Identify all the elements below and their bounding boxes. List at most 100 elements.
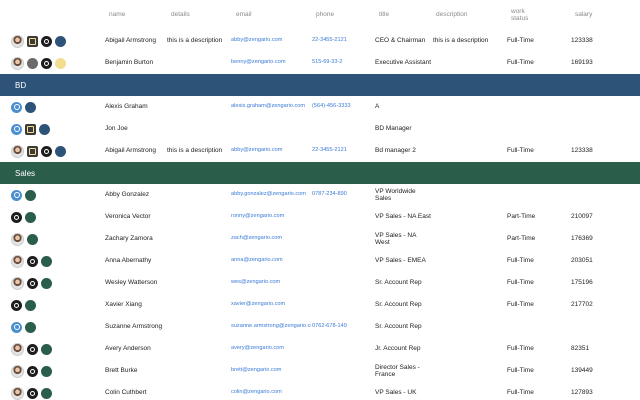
- cell-email[interactable]: zach@zengario.com: [231, 228, 311, 250]
- cell-email[interactable]: abby.gonzalez@zengario.com: [231, 184, 311, 206]
- cell-phone[interactable]: 22-3455-2121: [312, 140, 372, 162]
- group-label: Sales: [15, 168, 36, 178]
- table-row[interactable]: Veronica Vector ronny@zengario.com VP Sale…: [0, 206, 640, 229]
- avatar[interactable]: [11, 276, 24, 290]
- cell-name: Suzanne Armstrong: [105, 323, 163, 331]
- user-ph-icon[interactable]: [11, 101, 22, 113]
- cell-phone[interactable]: [312, 118, 372, 140]
- row-icons: [11, 52, 66, 74]
- cell-name: Veronica Vector: [105, 213, 151, 221]
- table-row[interactable]: Anna Abernathy anna@zengario.com VP Sales …: [0, 250, 640, 273]
- cell-phone[interactable]: [312, 338, 372, 360]
- cell-phone[interactable]: (564)-456-3333: [312, 96, 372, 118]
- group-header-bd[interactable]: BD: [0, 74, 640, 96]
- cell-email[interactable]: abby@zengario.com: [231, 30, 311, 52]
- avatar[interactable]: [11, 254, 24, 268]
- cell-email[interactable]: [231, 118, 311, 140]
- column-header-salary[interactable]: salary: [575, 0, 592, 30]
- cell-phone[interactable]: 0787-234-890: [312, 184, 372, 206]
- cell-work-status: Full-Time: [507, 37, 534, 45]
- avatar[interactable]: [11, 144, 24, 158]
- cell-email[interactable]: colin@zengario.com: [231, 382, 311, 400]
- column-header-work-status[interactable]: work status: [511, 0, 539, 30]
- cell-email[interactable]: abby@zengario.com: [231, 140, 311, 162]
- avatar[interactable]: [11, 386, 24, 400]
- group-header-sales[interactable]: Sales: [0, 162, 640, 184]
- green-dot-icon: [41, 343, 52, 355]
- cell-phone[interactable]: [312, 294, 372, 316]
- cell-details: [167, 338, 231, 360]
- cell-phone[interactable]: [312, 250, 372, 272]
- cell-description: [433, 184, 507, 206]
- table-row[interactable]: Alexis Graham alexis.graham@zengario.com(…: [0, 96, 640, 119]
- user-ph-icon[interactable]: [11, 123, 22, 135]
- cell-email[interactable]: brett@zengario.com: [231, 360, 311, 382]
- column-header-description[interactable]: description: [436, 0, 467, 30]
- avatar[interactable]: [11, 34, 24, 48]
- cell-name: Avery Anderson: [105, 345, 151, 353]
- cell-salary: 127893: [571, 389, 593, 397]
- cell-email[interactable]: wes@zengario.com: [231, 272, 311, 294]
- cell-details: this is a description: [167, 147, 223, 155]
- cell-phone[interactable]: [312, 382, 372, 400]
- table-row[interactable]: Abigail Armstrong this is a description ab…: [0, 30, 640, 53]
- column-header-name[interactable]: name: [109, 0, 125, 30]
- tool-icon: [27, 255, 38, 267]
- cell-work-status: Full-Time: [507, 367, 534, 375]
- cell-email[interactable]: benny@zengario.com: [231, 52, 311, 74]
- table-row[interactable]: Abby Gonzalez abby.gonzalez@zengario.com 0…: [0, 184, 640, 207]
- cell-phone[interactable]: [312, 360, 372, 382]
- row-icons: [11, 228, 38, 250]
- avatar[interactable]: [11, 56, 24, 70]
- row-icons: [11, 206, 36, 228]
- cell-phone[interactable]: [312, 206, 372, 228]
- table-row[interactable]: Avery Anderson avery@zengario.com Jr. Acco…: [0, 338, 640, 361]
- table-row[interactable]: Wesley Watterson wes@zengario.com Sr. Acco…: [0, 272, 640, 295]
- avatar[interactable]: [11, 342, 24, 356]
- blue-dot-icon: [39, 123, 50, 135]
- row-icons: [11, 338, 52, 360]
- user-ph-icon[interactable]: [11, 321, 22, 333]
- avatar[interactable]: [11, 364, 24, 378]
- green-dot-icon: [25, 321, 36, 333]
- employee-grid: name details email phone title descripti…: [0, 0, 640, 400]
- cell-email[interactable]: suzanne.armstrong@zengario.com: [231, 316, 311, 338]
- cell-phone[interactable]: [312, 272, 372, 294]
- table-row[interactable]: Jon Joe BD Manager: [0, 118, 640, 141]
- row-icons: [11, 316, 36, 338]
- cell-work-status: [507, 184, 559, 206]
- row-icons: [11, 360, 52, 382]
- table-row[interactable]: Abigail Armstrong this is a description ab…: [0, 140, 640, 163]
- cell-title: Sr. Account Rep: [375, 301, 422, 309]
- column-header-title[interactable]: title: [379, 0, 389, 30]
- cell-salary: 82351: [571, 345, 590, 353]
- cell-work-status: Full-Time: [507, 345, 534, 353]
- table-row[interactable]: Xavier Xiang xavier@zengario.com Sr. Accou…: [0, 294, 640, 317]
- square-icon: [25, 123, 36, 135]
- table-row[interactable]: Suzanne Armstrong suzanne.armstrong@zenga…: [0, 316, 640, 339]
- cell-salary: 203051: [571, 257, 593, 265]
- cell-email[interactable]: xavier@zengario.com: [231, 294, 311, 316]
- cell-email[interactable]: ronny@zengario.com: [231, 206, 311, 228]
- column-header-email[interactable]: email: [236, 0, 252, 30]
- column-header-phone[interactable]: phone: [316, 0, 334, 30]
- table-row[interactable]: Zachary Zamora zach@zengario.com VP Sales …: [0, 228, 640, 251]
- cell-phone[interactable]: 0762-678-149: [312, 316, 372, 338]
- cell-phone[interactable]: 22-3455-2121: [312, 30, 372, 52]
- cell-phone[interactable]: [312, 228, 372, 250]
- cell-email[interactable]: avery@zengario.com: [231, 338, 311, 360]
- cell-description: [433, 360, 507, 382]
- cell-salary: 123338: [571, 37, 593, 45]
- user-ph-icon[interactable]: [11, 189, 22, 201]
- table-row[interactable]: Benjamin Burton benny@zengario.com 515-69-…: [0, 52, 640, 75]
- table-row[interactable]: Brett Burke brett@zengario.com Director Sa…: [0, 360, 640, 383]
- cell-email[interactable]: alexis.graham@zengario.com: [231, 96, 311, 118]
- table-row[interactable]: Colin Cuthbert colin@zengario.com VP Sales…: [0, 382, 640, 400]
- cell-description: [433, 338, 507, 360]
- cell-phone[interactable]: 515-69-33-2: [312, 52, 372, 74]
- avatar[interactable]: [11, 232, 24, 246]
- row-icons: [11, 184, 36, 206]
- column-header-details[interactable]: details: [171, 0, 190, 30]
- cell-email[interactable]: anna@zengario.com: [231, 250, 311, 272]
- yellow-dot-icon: [55, 57, 66, 69]
